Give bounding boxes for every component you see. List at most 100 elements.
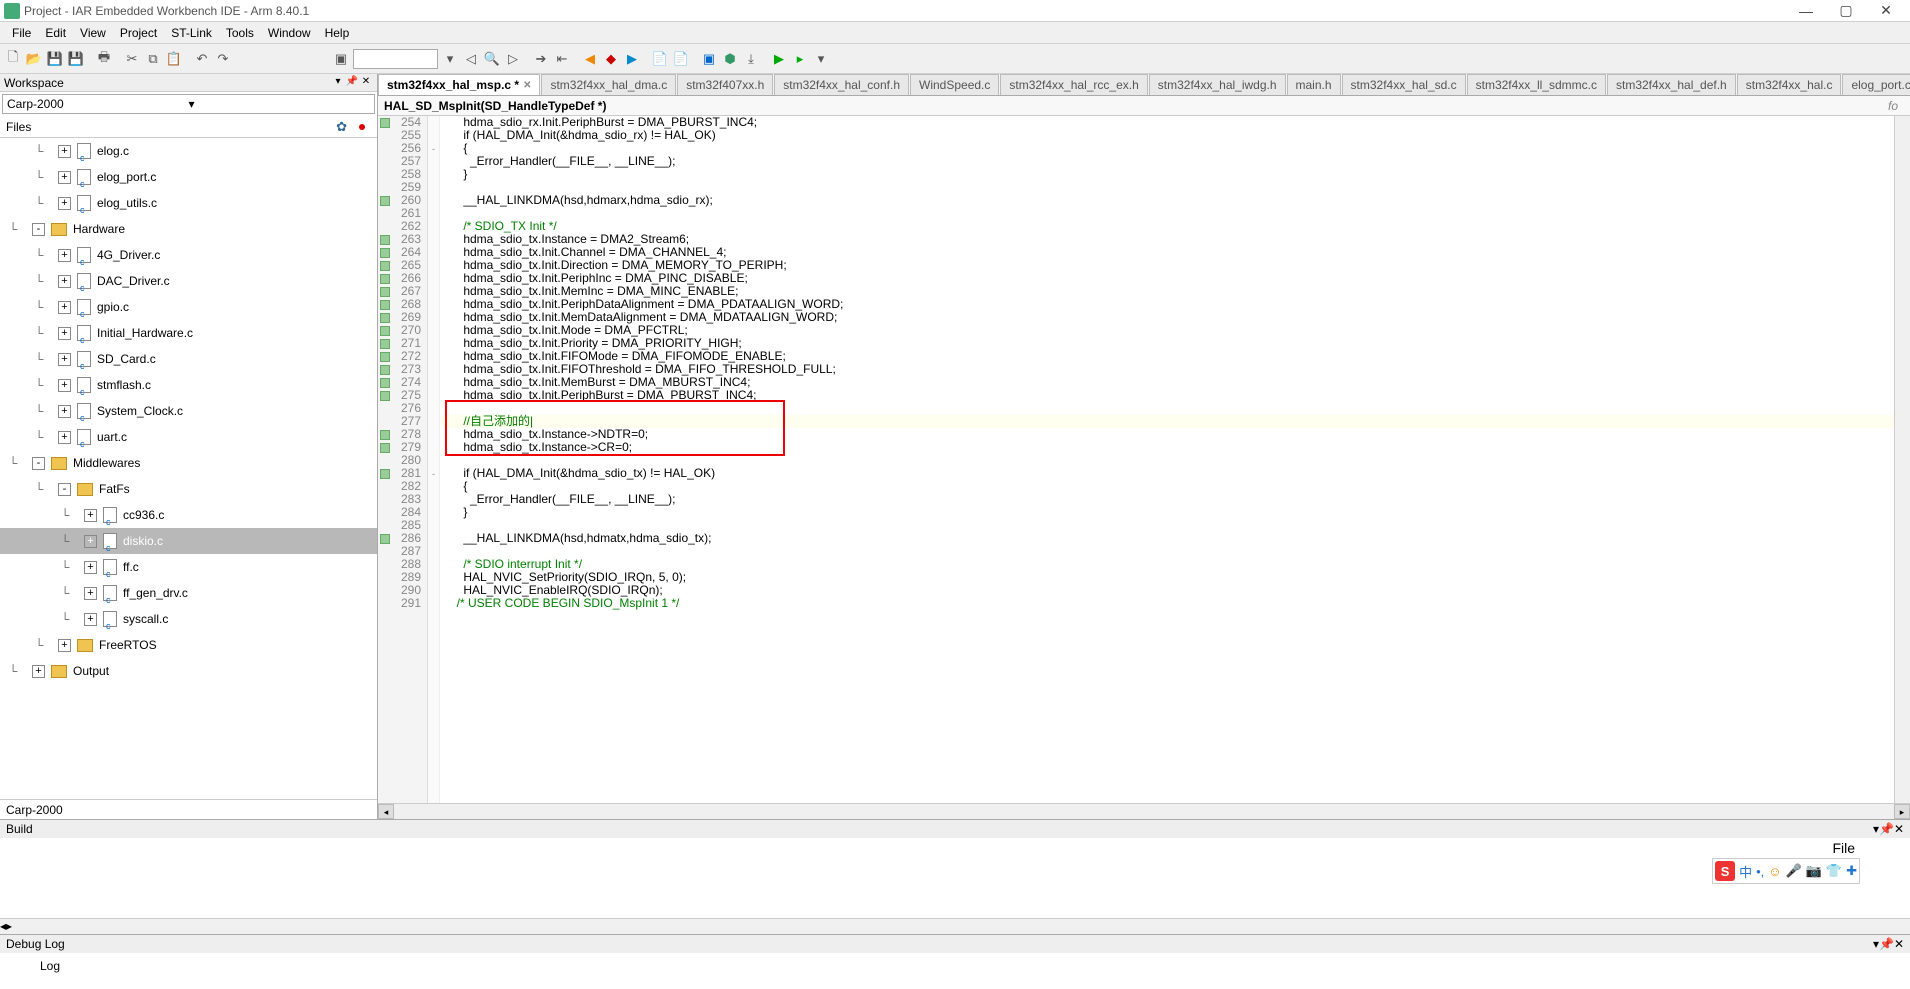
code-line[interactable]: } (440, 168, 1910, 181)
editor-tab[interactable]: elog_port.c (1842, 74, 1910, 95)
stop-build-icon[interactable]: ▣ (700, 50, 718, 68)
editor-tab[interactable]: stm32f4xx_hal_msp.c *✕ (378, 74, 540, 95)
save-icon[interactable]: 💾 (46, 50, 64, 68)
ime-emoji-icon[interactable]: ☺ (1768, 864, 1781, 879)
editor-tab[interactable]: stm32f407xx.h (677, 74, 773, 95)
tree-item-initial-hardware-c[interactable]: └+Initial_Hardware.c (0, 320, 377, 346)
panel-pin-icon[interactable]: 📌 (345, 76, 359, 90)
ime-voice-icon[interactable]: 🎤 (1786, 863, 1802, 879)
tree-item-dac-driver-c[interactable]: └+DAC_Driver.c (0, 268, 377, 294)
menu-view[interactable]: View (74, 24, 112, 42)
new-file-icon[interactable]: 🗋 (4, 50, 22, 68)
build-hscroll[interactable]: ◂ ▸ (0, 918, 1910, 934)
tree-item-syscall-c[interactable]: └+syscall.c (0, 606, 377, 632)
expand-icon[interactable]: + (58, 379, 71, 392)
fold-toggle-icon[interactable]: - (428, 467, 439, 480)
tree-item-elog-c[interactable]: └+elog.c (0, 138, 377, 164)
close-icon[interactable]: ✕ (523, 80, 531, 91)
expand-icon[interactable]: - (32, 223, 45, 236)
scroll-left-icon[interactable]: ◂ (378, 804, 394, 819)
code-line[interactable]: if (HAL_DMA_Init(&hdma_sdio_tx) != HAL_O… (440, 467, 1910, 480)
context-bar[interactable]: HAL_SD_MspInit(SD_HandleTypeDef *) fо (378, 96, 1910, 116)
code-line[interactable]: hdma_sdio_tx.Instance->NDTR=0; (440, 428, 1910, 441)
panel-close-icon[interactable]: ✕ (1894, 937, 1904, 951)
code-line[interactable]: if (HAL_DMA_Init(&hdma_sdio_rx) != HAL_O… (440, 129, 1910, 142)
code-line[interactable]: //自己添加的| (440, 415, 1910, 428)
stop-icon[interactable]: ▾ (812, 50, 830, 68)
bookmark-prev-icon[interactable]: ⇤ (553, 50, 571, 68)
cut-icon[interactable]: ✂ (123, 50, 141, 68)
editor-tab[interactable]: stm32f4xx_hal_dma.c (541, 74, 676, 95)
menu-window[interactable]: Window (262, 24, 317, 42)
search-next-icon[interactable]: ▷ (504, 50, 522, 68)
toggle-bookmark-icon[interactable]: ➔ (532, 50, 550, 68)
editor-tab[interactable]: stm32f4xx_ll_sdmmc.c (1467, 74, 1606, 95)
ime-toolbar[interactable]: S 中 •, ☺ 🎤 📷 👕 ✚ (1712, 858, 1860, 884)
gear-icon[interactable]: ✿ (336, 119, 347, 135)
expand-icon[interactable]: + (84, 535, 97, 548)
print-icon[interactable]: 🖶 (95, 50, 113, 68)
tree-item-4g-driver-c[interactable]: └+4G_Driver.c (0, 242, 377, 268)
nav-back-icon[interactable]: ◀ (581, 50, 599, 68)
code-line[interactable]: __HAL_LINKDMA(hsd,hdmatx,hdma_sdio_tx); (440, 532, 1910, 545)
make-icon[interactable]: 📄 (672, 50, 690, 68)
panel-close-icon[interactable]: ✕ (1894, 822, 1904, 836)
project-config-combo[interactable]: Carp-2000 ▾ (2, 94, 375, 114)
menu-st-link[interactable]: ST-Link (165, 24, 218, 42)
tree-item-fatfs[interactable]: └-FatFs (0, 476, 377, 502)
ime-keyboard-icon[interactable]: 📷 (1806, 863, 1822, 879)
ime-logo-icon[interactable]: S (1715, 861, 1735, 881)
search-prev-icon[interactable]: ◁ (462, 50, 480, 68)
file-tree[interactable]: └+elog.c└+elog_port.c└+elog_utils.c└-Har… (0, 138, 377, 799)
breakpoint-icon[interactable]: ◆ (602, 50, 620, 68)
tree-item-middlewares[interactable]: └-Middlewares (0, 450, 377, 476)
editor-tab[interactable]: stm32f4xx_hal_sd.c (1342, 74, 1466, 95)
editor-tab[interactable]: stm32f4xx_hal_def.h (1607, 74, 1736, 95)
editor-tab[interactable]: main.h (1287, 74, 1341, 95)
expand-icon[interactable]: + (58, 431, 71, 444)
editor-tab[interactable]: stm32f4xx_hal_rcc_ex.h (1000, 74, 1147, 95)
ime-lang-icon[interactable]: 中 (1739, 862, 1752, 881)
minimize-button[interactable]: — (1786, 1, 1826, 21)
editor-tab[interactable]: stm32f4xx_hal.c (1737, 74, 1842, 95)
tree-item-elog-utils-c[interactable]: └+elog_utils.c (0, 190, 377, 216)
vertical-scrollbar[interactable] (1894, 116, 1910, 803)
nav-fwd-icon[interactable]: ▶ (623, 50, 641, 68)
tree-item-hardware[interactable]: └-Hardware (0, 216, 377, 242)
expand-icon[interactable]: + (58, 249, 71, 262)
dropdown-icon[interactable]: ▾ (441, 50, 459, 68)
expand-icon[interactable]: + (84, 509, 97, 522)
box-icon[interactable]: ⬢ (721, 50, 739, 68)
menu-help[interactable]: Help (319, 24, 356, 42)
run-icon[interactable]: ▶ (770, 50, 788, 68)
tree-item-cc936-c[interactable]: └+cc936.c (0, 502, 377, 528)
menu-tools[interactable]: Tools (220, 24, 260, 42)
close-button[interactable]: ✕ (1866, 1, 1906, 21)
tree-item-output[interactable]: └+Output (0, 658, 377, 684)
expand-icon[interactable]: + (58, 197, 71, 210)
ime-skin-icon[interactable]: 👕 (1826, 863, 1842, 879)
maximize-button[interactable]: ▢ (1826, 1, 1866, 21)
workspace-footer[interactable]: Carp-2000 (0, 799, 377, 819)
expand-icon[interactable]: + (58, 275, 71, 288)
tree-item-ff-c[interactable]: └+ff.c (0, 554, 377, 580)
scroll-right-icon[interactable]: ▸ (1894, 804, 1910, 819)
paste-icon[interactable]: 📋 (165, 50, 183, 68)
expand-icon[interactable]: + (58, 639, 71, 652)
tree-item-ff-gen-drv-c[interactable]: └+ff_gen_drv.c (0, 580, 377, 606)
code-line[interactable] (440, 402, 1910, 415)
code-line[interactable] (440, 545, 1910, 558)
panel-dropdown-icon[interactable]: ▾ (331, 76, 345, 90)
code-line[interactable]: /* USER CODE BEGIN SDIO_MspInit 1 */ (440, 597, 1910, 610)
search-icon[interactable]: 🔍 (483, 50, 501, 68)
expand-icon[interactable]: + (58, 145, 71, 158)
menu-edit[interactable]: Edit (39, 24, 72, 42)
expand-icon[interactable]: + (58, 327, 71, 340)
expand-icon[interactable]: + (84, 561, 97, 574)
ime-toolbox-icon[interactable]: ✚ (1846, 863, 1857, 879)
undo-icon[interactable]: ↶ (193, 50, 211, 68)
code-line[interactable]: __HAL_LINKDMA(hsd,hdmarx,hdma_sdio_rx); (440, 194, 1910, 207)
code-line[interactable]: hdma_sdio_tx.Init.PeriphBurst = DMA_PBUR… (440, 389, 1910, 402)
ime-punct-icon[interactable]: •, (1756, 864, 1764, 879)
menu-file[interactable]: File (6, 24, 37, 42)
